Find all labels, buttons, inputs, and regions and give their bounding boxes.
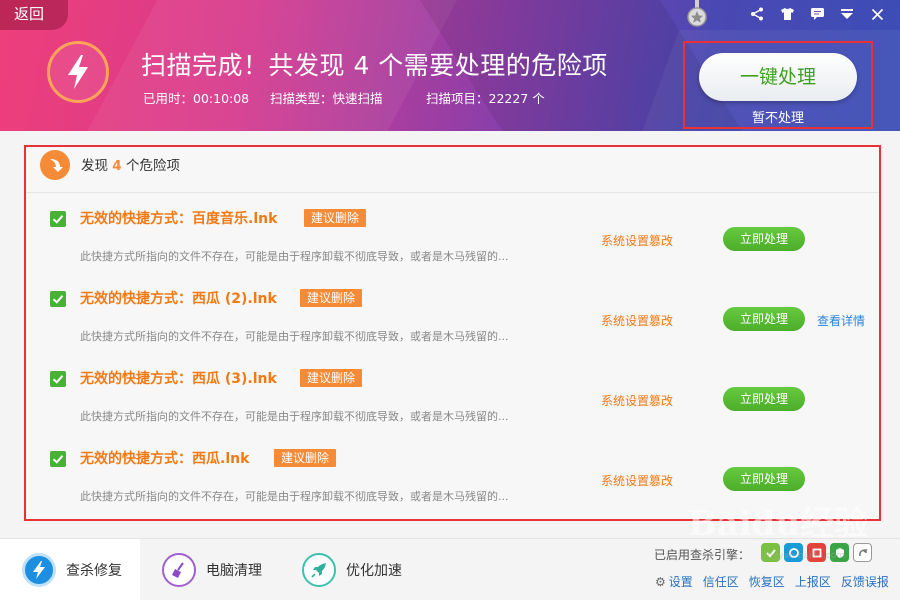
risk-item-description: 此快捷方式所指向的文件不存在，可能是由于程序卸载不彻底导致，或者是木马残留的..…: [80, 490, 509, 503]
bolt-icon: [22, 553, 56, 587]
medal-icon[interactable]: [686, 0, 708, 28]
scan-items-count: 扫描项目：22227 个: [426, 91, 545, 106]
skip-button[interactable]: 暂不处理: [685, 107, 871, 126]
scan-result-title: 扫描完成！共发现 4 个需要处理的危险项: [141, 51, 608, 80]
suggest-delete-badge: 建议删除: [300, 369, 363, 387]
scan-type: 扫描类型：快速扫描: [270, 91, 383, 106]
nav-pc-clean[interactable]: 电脑清理: [140, 539, 280, 600]
bottom-navigation-bar: 查杀修复 电脑清理 优化加速 已启用查杀引擎： ⚙ 设置 信任区 恢复区 上报区…: [0, 538, 900, 600]
trust-zone-link[interactable]: 信任区: [703, 573, 739, 590]
engine-red-icon[interactable]: [807, 543, 826, 562]
engine-label: 已启用查杀引擎：: [654, 548, 751, 562]
view-details-link[interactable]: 查看详情: [817, 312, 865, 329]
nav-scan-repair-label: 查杀修复: [66, 563, 122, 579]
risk-item: 无效的快捷方式：西瓜.lnk 建议删除 此快捷方式所指向的文件不存在，可能是由于…: [26, 387, 879, 503]
share-icon[interactable]: [742, 1, 772, 27]
restore-zone-link[interactable]: 恢复区: [749, 573, 785, 590]
gear-icon: ⚙: [655, 575, 666, 589]
engine-list: [761, 543, 872, 562]
risk-item-title: 无效的快捷方式：西瓜 (2).lnk: [80, 291, 277, 307]
engine-green-icon[interactable]: [761, 543, 780, 562]
feedback-link[interactable]: 反馈误报: [841, 573, 889, 590]
fix-now-button[interactable]: 立即处理: [723, 467, 805, 491]
risk-item-checkbox[interactable]: [50, 451, 66, 467]
action-highlight-box: 一键处理 暂不处理: [683, 41, 873, 129]
close-icon[interactable]: [862, 1, 892, 27]
risk-item: 无效的快捷方式：西瓜 (2).lnk 建议删除 此快捷方式所指向的文件不存在，可…: [26, 227, 879, 343]
nav-scan-repair[interactable]: 查杀修复: [0, 539, 140, 600]
broom-icon: [162, 553, 196, 587]
suggest-delete-badge: 建议删除: [274, 449, 337, 467]
risk-item: 无效的快捷方式：西瓜 (3).lnk 建议删除 此快捷方式所指向的文件不存在，可…: [26, 307, 879, 423]
back-button[interactable]: 返回: [0, 0, 68, 30]
window-controls: [742, 0, 892, 28]
nav-optimize-label: 优化加速: [346, 563, 402, 579]
suggest-delete-badge: 建议删除: [300, 289, 363, 307]
fix-all-button[interactable]: 一键处理: [699, 53, 857, 101]
scan-meta: 已用时：00:10:08 扫描类型：快速扫描 扫描项目：22227 个: [143, 88, 545, 107]
engine-cloud-icon[interactable]: [784, 543, 803, 562]
rocket-icon: [302, 553, 336, 587]
shirt-icon[interactable]: [772, 1, 802, 27]
message-icon[interactable]: [802, 1, 832, 27]
risk-item-title: 无效的快捷方式：西瓜.lnk: [80, 451, 250, 467]
settings-link[interactable]: ⚙ 设置: [655, 573, 693, 590]
risk-item-title: 无效的快捷方式：西瓜 (3).lnk: [80, 371, 277, 387]
scan-result-header: 返回 扫描完成！共发现 4 个需要处理的危险项 已用时：00:10:08 扫描类…: [0, 0, 900, 131]
nav-pc-clean-label: 电脑清理: [206, 563, 262, 579]
report-zone-link[interactable]: 上报区: [795, 573, 831, 590]
risk-item-checkbox[interactable]: [50, 371, 66, 387]
risk-item-checkbox[interactable]: [50, 291, 66, 307]
risk-list-panel: 发现 4 个危险项 无效的快捷方式：百度音乐.lnk 建议删除 此快捷方式所指向…: [24, 145, 881, 521]
footer-links: ⚙ 设置 信任区 恢复区 上报区 反馈误报: [655, 573, 889, 590]
risk-item-category: 系统设置篡改: [601, 474, 674, 488]
engine-gray-icon[interactable]: [853, 543, 872, 562]
menu-icon[interactable]: [832, 1, 862, 27]
nav-optimize[interactable]: 优化加速: [280, 539, 420, 600]
engine-shield-icon[interactable]: [830, 543, 849, 562]
bolt-icon: [47, 41, 109, 103]
time-used: 已用时：00:10:08: [143, 91, 250, 106]
